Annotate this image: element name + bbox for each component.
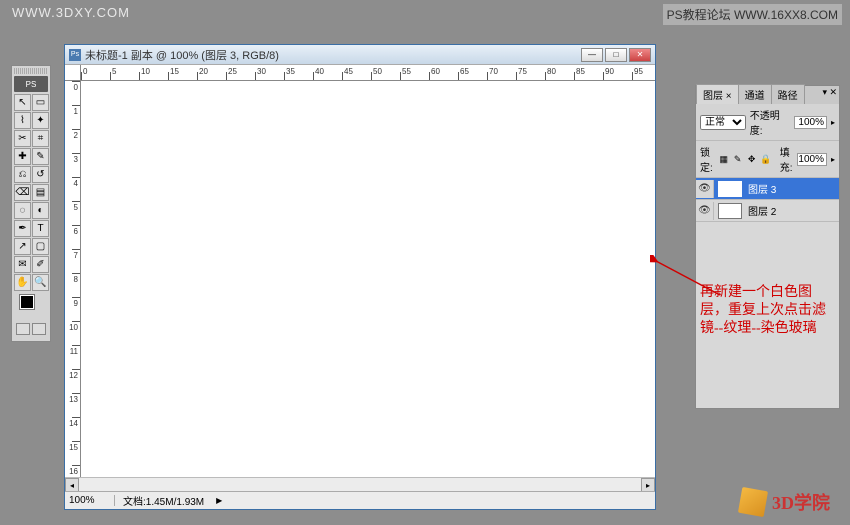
quick-mask-toggle[interactable]	[16, 323, 30, 335]
close-button[interactable]: ✕	[629, 48, 651, 62]
fill-label: 填充:	[780, 144, 794, 174]
layer-row[interactable]: 👁 图层 3	[696, 178, 839, 200]
zoom-level[interactable]: 100%	[65, 495, 115, 506]
eyedropper[interactable]: ✐	[32, 256, 49, 273]
screen-mode-toggle[interactable]	[32, 323, 46, 335]
color-swatches[interactable]	[14, 291, 48, 339]
status-menu-icon[interactable]: ▶	[216, 496, 222, 505]
stamp-tool[interactable]: ⎌	[14, 166, 31, 183]
fill-input[interactable]: 100%	[797, 153, 827, 166]
ps-badge: PS	[14, 76, 48, 92]
eraser-tool[interactable]: ⌫	[14, 184, 31, 201]
logo-text: 3D学院	[772, 489, 830, 515]
maximize-button[interactable]: □	[605, 48, 627, 62]
slice-tool[interactable]: ⌗	[32, 130, 49, 147]
vertical-ruler[interactable]: 01234567891011121314151617	[65, 81, 81, 477]
scroll-right-button[interactable]: ▸	[641, 478, 655, 492]
watermark-bottom-right: 3D学院	[740, 489, 830, 515]
ruler-origin[interactable]	[65, 65, 81, 81]
document-titlebar[interactable]: Ps 未标题-1 副本 @ 100% (图层 3, RGB/8) — □ ✕	[65, 45, 655, 65]
document-info[interactable]: 文档:1.45M/1.93M	[115, 493, 212, 508]
layer-name-label[interactable]: 图层 3	[746, 181, 839, 196]
lock-all-icon[interactable]: 🔒	[760, 153, 772, 165]
horizontal-ruler[interactable]: 05101520253035404550556065707580859095	[81, 65, 655, 81]
document-window: Ps 未标题-1 副本 @ 100% (图层 3, RGB/8) — □ ✕ 0…	[64, 44, 656, 510]
lock-label: 锁定:	[700, 144, 714, 174]
hand-tool[interactable]: ✋	[14, 274, 31, 291]
brush-tool[interactable]: ✎	[32, 148, 49, 165]
opacity-input[interactable]: 100%	[794, 116, 827, 129]
crop-tool[interactable]: ✂	[14, 130, 31, 147]
tab-paths[interactable]: 路径	[771, 84, 805, 104]
toolbox-panel: PS ↖▭⌇✦✂⌗✚✎⎌↺⌫▤◌◐✒T↗▢✉✐✋🔍	[11, 65, 51, 342]
notes-tool[interactable]: ✉	[14, 256, 31, 273]
wand-tool[interactable]: ✦	[32, 112, 49, 129]
lock-pixels-icon[interactable]: ✎	[732, 153, 744, 165]
visibility-toggle-icon[interactable]: 👁	[696, 180, 714, 198]
fill-flyout-icon[interactable]: ▸	[831, 155, 835, 164]
minimize-button[interactable]: —	[581, 48, 603, 62]
document-icon: Ps	[69, 49, 81, 61]
layer-thumbnail[interactable]	[718, 181, 742, 197]
marquee-tool[interactable]: ▭	[32, 94, 49, 111]
visibility-toggle-icon[interactable]: 👁	[696, 202, 714, 220]
status-bar: 100% 文档:1.45M/1.93M ▶	[65, 491, 655, 509]
path-tool[interactable]: ↗	[14, 238, 31, 255]
canvas-area[interactable]	[81, 81, 655, 477]
tab-layers[interactable]: 图层 ×	[696, 84, 739, 104]
layer-name-label[interactable]: 图层 2	[746, 203, 839, 218]
lock-transparency-icon[interactable]: ▦	[718, 153, 730, 165]
type-tool[interactable]: T	[32, 220, 49, 237]
layer-row[interactable]: 👁 图层 2	[696, 200, 839, 222]
watermark-top-right: PS教程论坛 WWW.16XX8.COM	[663, 4, 842, 25]
document-title: 未标题-1 副本 @ 100% (图层 3, RGB/8)	[85, 47, 577, 63]
shape-tool[interactable]: ▢	[32, 238, 49, 255]
toolbox-grip[interactable]	[14, 68, 48, 74]
layer-thumbnail[interactable]	[718, 203, 742, 219]
dodge-tool[interactable]: ◐	[32, 202, 49, 219]
gradient-tool[interactable]: ▤	[32, 184, 49, 201]
panel-menu-icon[interactable]: ▾ ✕	[822, 87, 837, 98]
lock-position-icon[interactable]: ✥	[746, 153, 758, 165]
blend-mode-select[interactable]: 正常	[700, 115, 746, 130]
panel-tabs: 图层 × 通道 路径 ▾ ✕	[696, 86, 839, 104]
lasso-tool[interactable]: ⌇	[14, 112, 31, 129]
opacity-flyout-icon[interactable]: ▸	[831, 118, 835, 127]
move-tool[interactable]: ↖	[14, 94, 31, 111]
zoom-tool[interactable]: 🔍	[32, 274, 49, 291]
history-brush[interactable]: ↺	[32, 166, 49, 183]
blur-tool[interactable]: ◌	[14, 202, 31, 219]
watermark-top-left: WWW.3DXY.COM	[12, 5, 130, 20]
layers-panel: 图层 × 通道 路径 ▾ ✕ 正常 不透明度: 100% ▸ 锁定: ▦ ✎ ✥…	[695, 85, 840, 409]
horizontal-scrollbar[interactable]: ◂ ▸	[65, 477, 655, 491]
tab-channels[interactable]: 通道	[738, 84, 772, 104]
scroll-left-button[interactable]: ◂	[65, 478, 79, 492]
opacity-label: 不透明度:	[750, 107, 791, 137]
pen-tool[interactable]: ✒	[14, 220, 31, 237]
heal-tool[interactable]: ✚	[14, 148, 31, 165]
annotation-text: 再新建一个白色图层，重复上次点击滤镜--纹理--染色玻璃	[700, 284, 830, 338]
logo-cube-icon	[738, 487, 768, 517]
foreground-color-swatch[interactable]	[20, 295, 34, 309]
